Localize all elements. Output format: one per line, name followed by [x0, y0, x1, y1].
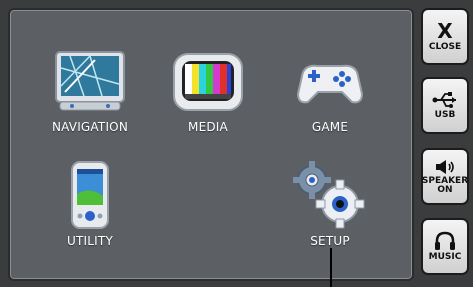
- game-tile[interactable]: GAME: [274, 46, 386, 146]
- navigation-tile[interactable]: NAVIGATION: [34, 46, 146, 146]
- usb-label: USB: [434, 110, 456, 120]
- pointer-line: [330, 248, 332, 287]
- setup-label: SETUP: [310, 234, 350, 248]
- media-label: MEDIA: [188, 120, 228, 134]
- speaker-button[interactable]: SPEAKER ON: [421, 148, 469, 205]
- headphones-icon: [435, 231, 455, 250]
- map-screen-icon: [55, 51, 125, 111]
- close-label: CLOSE: [428, 42, 462, 52]
- speaker-label: SPEAKER ON: [422, 176, 468, 195]
- gamepad-icon: [296, 64, 364, 104]
- usb-button[interactable]: USB: [421, 77, 469, 134]
- main-menu-panel: NAVIGATION MEDIA GAME UTILITY SETUP: [8, 8, 414, 281]
- game-label: GAME: [311, 120, 349, 134]
- speaker-label-line2: ON: [437, 184, 453, 195]
- utility-label: UTILITY: [67, 234, 113, 248]
- utility-tile[interactable]: UTILITY: [34, 160, 146, 260]
- music-button[interactable]: MUSIC: [421, 218, 469, 275]
- tv-color-bars-icon: [173, 53, 243, 111]
- setup-tile[interactable]: SETUP: [274, 160, 386, 260]
- music-label: MUSIC: [428, 252, 462, 262]
- usb-icon: [432, 92, 456, 108]
- navigation-label: NAVIGATION: [51, 120, 129, 134]
- pda-icon: [71, 161, 109, 229]
- speaker-icon: [436, 159, 454, 174]
- close-icon: X: [437, 19, 453, 43]
- close-button[interactable]: X CLOSE: [421, 8, 469, 65]
- media-tile[interactable]: MEDIA: [152, 46, 264, 146]
- gears-icon: [293, 161, 365, 229]
